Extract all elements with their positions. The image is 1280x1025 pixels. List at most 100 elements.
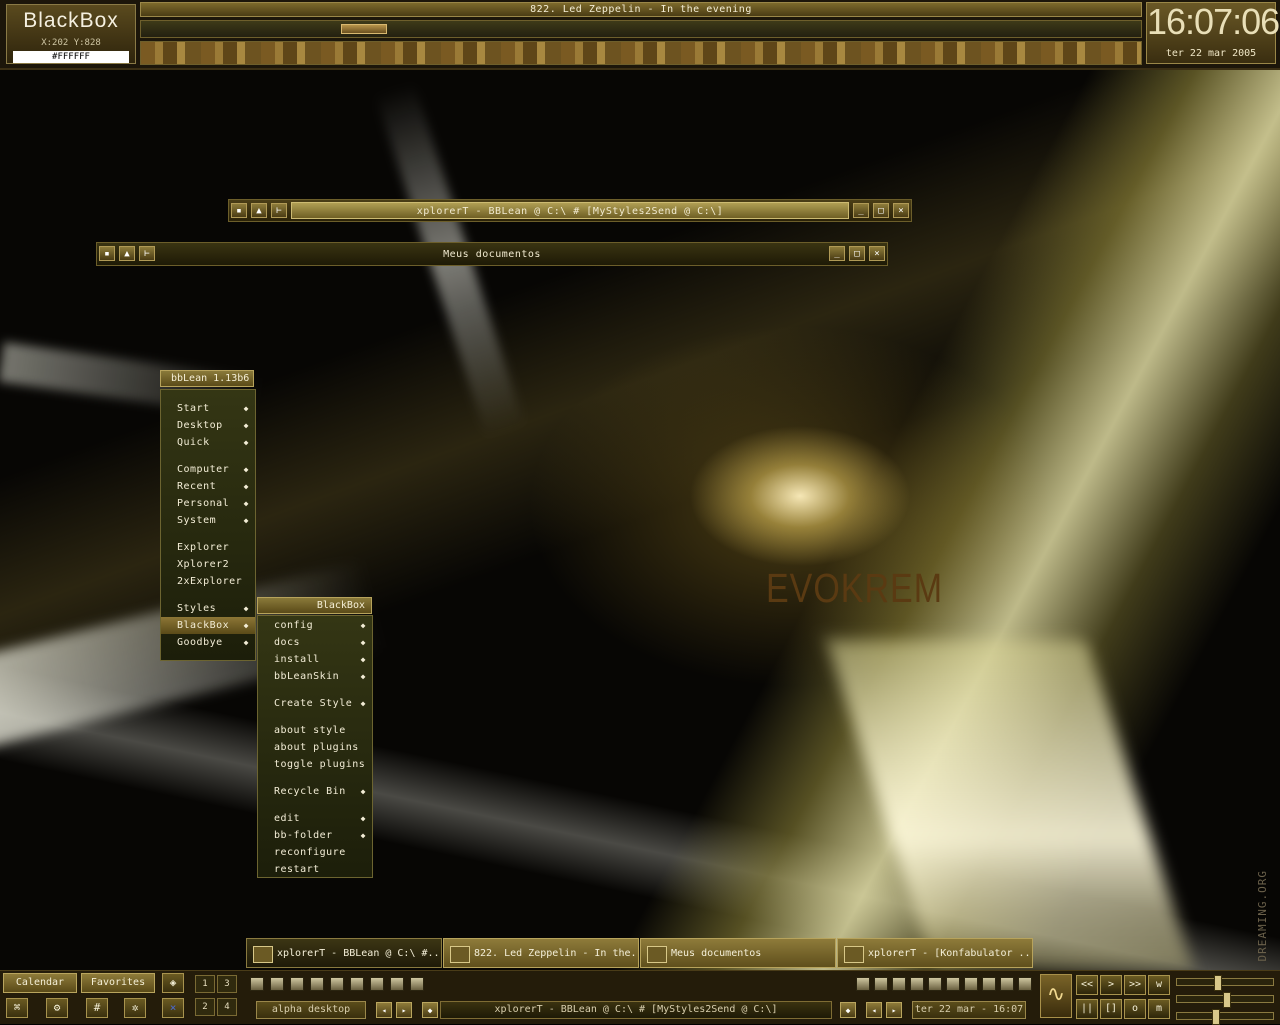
clock-panel[interactable]: 16:07:06 ter 22 mar 2005 [1146,1,1280,64]
blackbox-logo-panel[interactable]: BlackBox X:202 Y:828 #FFFFFF [6,4,136,64]
next-task-button[interactable]: ▸ [886,1002,902,1018]
task-button[interactable]: xplorerT - [Konfabulator ... [837,938,1033,968]
play-button[interactable]: > [1100,975,1122,995]
quicklaunch-icon[interactable] [370,977,384,991]
shade-button[interactable]: ▲ [251,203,267,218]
tray-icon[interactable] [856,977,870,991]
menu-item-docs[interactable]: docs ◆ [258,634,372,651]
quicklaunch-icon[interactable] [330,977,344,991]
task-button[interactable]: xplorerT - BBLean @ C:\ #... [246,938,442,968]
prev-workspace-button[interactable]: ◂ [376,1002,392,1018]
close-icon[interactable]: × [162,998,184,1018]
tray-icon[interactable] [964,977,978,991]
menu-item-xplorer2[interactable]: Xplorer2 [161,556,255,573]
mute-button[interactable]: m [1148,999,1170,1019]
menu-item-goodbye[interactable]: Goodbye ◆ [161,634,255,651]
seek-slider[interactable] [1176,1009,1274,1025]
window-meus-documentos[interactable]: ▪ ▲ ⊢ Meus documentos _ □ × [96,242,888,266]
calendar-button[interactable]: Calendar [3,973,77,993]
pause-button[interactable]: || [1076,999,1098,1019]
menu-item-reconfigure[interactable]: reconfigure [258,844,372,861]
main-menu-title[interactable]: bbLean 1.13b6 [160,370,254,387]
active-task-label[interactable]: xplorerT - BBLean @ C:\ # [MyStyles2Send… [440,1001,832,1019]
menu-item-about-plugins[interactable]: about plugins [258,739,372,756]
menu-item-system[interactable]: System ◆ [161,512,255,529]
shutdown-icon[interactable]: ◈ [162,973,184,993]
menu-item-computer[interactable]: Computer ◆ [161,461,255,478]
winamp-logo-icon[interactable]: ∿ [1040,974,1072,1018]
tray-icon[interactable] [1000,977,1014,991]
close-button[interactable]: × [869,246,885,261]
menu-item-2xexplorer[interactable]: 2xExplorer [161,573,255,590]
menu-item-blackbox[interactable]: BlackBox ◆ [161,617,255,634]
workspace-2[interactable]: 2 [195,998,215,1016]
tray-icon[interactable] [910,977,924,991]
slider-knob[interactable] [1223,992,1231,1008]
menu-item-bbleanskin[interactable]: bbLeanSkin ◆ [258,668,372,685]
balance-slider[interactable] [1176,992,1274,1008]
menu-item-quick[interactable]: Quick ◆ [161,434,255,451]
tray-icon[interactable] [874,977,888,991]
next-track-button[interactable]: >> [1124,975,1146,995]
taskbar-clock[interactable]: ter 22 mar - 16:07 [912,1001,1026,1019]
menu-item-recent[interactable]: Recent ◆ [161,478,255,495]
stop-button[interactable]: [] [1100,999,1122,1019]
menu-item-install[interactable]: install ◆ [258,651,372,668]
maximize-button[interactable]: □ [873,203,889,218]
window-xplorer[interactable]: ▪ ▲ ⊢ xplorerT - BBLean @ C:\ # [MyStyle… [228,199,912,222]
grid-icon[interactable]: # [86,998,108,1018]
menu-item-start[interactable]: Start ◆ [161,400,255,417]
window-title[interactable]: xplorerT - BBLean @ C:\ # [MyStyles2Send… [291,202,849,219]
menu-item-restart[interactable]: restart [258,861,372,878]
previous-track-button[interactable]: << [1076,975,1098,995]
shade-button[interactable]: ▲ [119,246,135,261]
menu-item-bb-folder[interactable]: bb-folder ◆ [258,827,372,844]
tray-icon[interactable] [928,977,942,991]
minimize-button[interactable]: _ [829,246,845,261]
tray-icon[interactable] [946,977,960,991]
close-button[interactable]: × [893,203,909,218]
tray-icon[interactable] [1018,977,1032,991]
favorites-button[interactable]: Favorites [81,973,155,993]
open-button[interactable]: o [1124,999,1146,1019]
next-workspace-button[interactable]: ▸ [396,1002,412,1018]
workspace-1[interactable]: 1 [195,975,215,993]
quicklaunch-icon[interactable] [290,977,304,991]
maximize-button[interactable]: □ [849,246,865,261]
tray-icon[interactable] [982,977,996,991]
menu-item-personal[interactable]: Personal ◆ [161,495,255,512]
volume-slider[interactable] [1176,975,1274,991]
menu-item-toggle-plugins[interactable]: toggle plugins [258,756,372,773]
menu-item-about-style[interactable]: about style [258,722,372,739]
submenu-title[interactable]: BlackBox [257,597,372,614]
task-button[interactable]: 822. Led Zeppelin - In the... [443,938,639,968]
folder-icon[interactable] [390,977,404,991]
quicklaunch-icon[interactable] [410,977,424,991]
seek-bar[interactable] [140,20,1142,38]
quicklaunch-icon[interactable] [350,977,364,991]
quicklaunch-icon[interactable] [310,977,324,991]
minimize-button[interactable]: _ [853,203,869,218]
menu-item-edit[interactable]: edit ◆ [258,810,372,827]
slider-knob[interactable] [1211,1009,1220,1025]
menu-item-create-style[interactable]: Create Style ◆ [258,695,372,712]
prev-task-button[interactable]: ◂ [866,1002,882,1018]
workspace-3[interactable]: 3 [217,975,237,993]
menu-item-recycle-bin[interactable]: Recycle Bin ◆ [258,783,372,800]
window-menu-button[interactable]: ▪ [231,203,247,218]
workspace-menu-button[interactable]: ◆ [422,1002,438,1018]
window-menu-button[interactable]: ▪ [99,246,115,261]
network-icon[interactable]: ⌘ [6,998,28,1018]
pin-button[interactable]: ⊢ [271,203,287,218]
gear-icon[interactable]: ✲ [124,998,146,1018]
workspace-4[interactable]: 4 [217,998,237,1016]
tray-icon[interactable] [892,977,906,991]
slider-knob[interactable] [1213,975,1222,991]
winamp-menu-button[interactable]: w [1148,975,1170,995]
pin-button[interactable]: ⊢ [139,246,155,261]
menu-item-explorer[interactable]: Explorer [161,539,255,556]
menu-item-config[interactable]: config ◆ [258,617,372,634]
task-menu-button[interactable]: ◆ [840,1002,856,1018]
workspace-label[interactable]: alpha desktop [256,1001,366,1019]
settings-icon[interactable]: ⚙ [46,998,68,1018]
